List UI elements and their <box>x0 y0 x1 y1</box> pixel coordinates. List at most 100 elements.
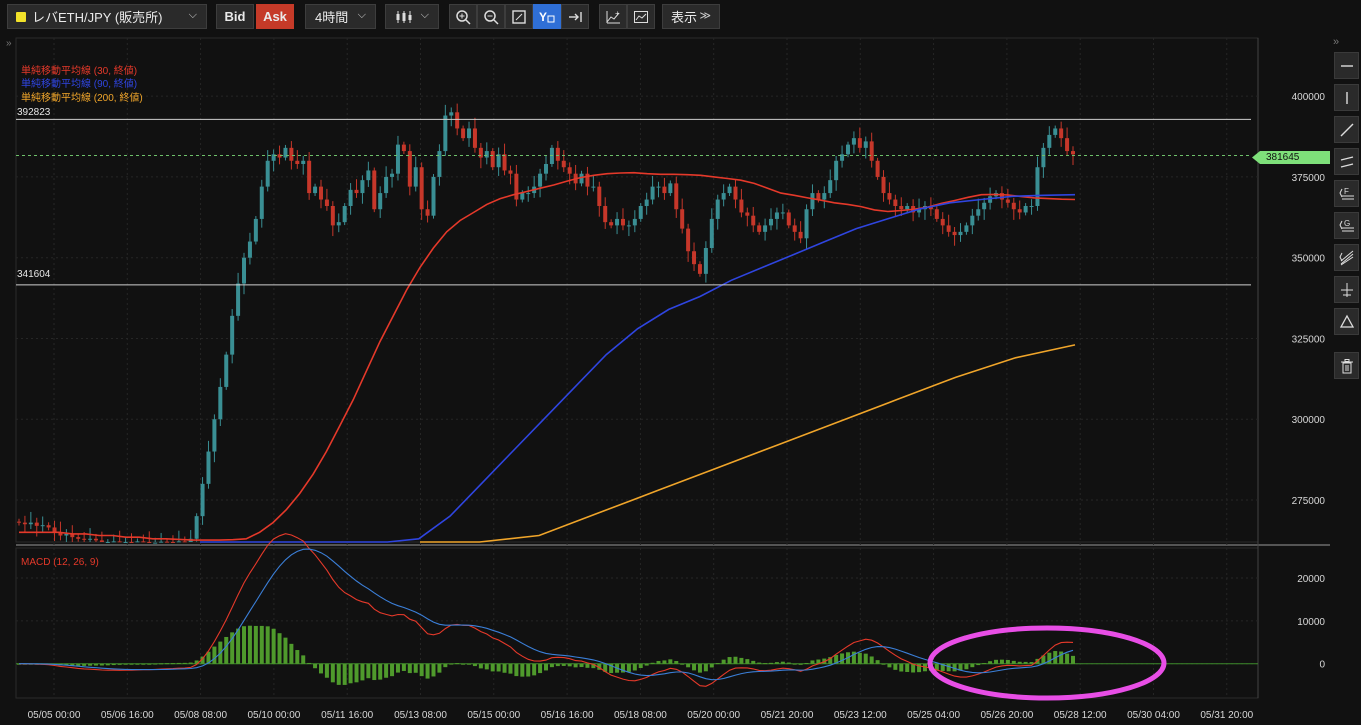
vertical-line-tool[interactable] <box>1334 84 1359 111</box>
candle-body <box>958 231 963 236</box>
candle-body <box>561 160 566 168</box>
x-tick-label: 05/25 04:00 <box>907 710 960 721</box>
candle-body <box>88 538 93 540</box>
macd-histogram-bar <box>384 663 389 678</box>
candle-body <box>597 186 602 206</box>
candle-body <box>650 186 655 200</box>
horizontal-line-tool[interactable] <box>1334 52 1359 79</box>
macd-histogram-bar <box>508 663 513 674</box>
macd-histogram-bar <box>277 633 282 664</box>
macd-histogram-bar <box>769 662 774 664</box>
sma200-line <box>420 344 1076 543</box>
candle-body <box>982 202 987 210</box>
candle-body <box>354 189 359 194</box>
candle-body <box>390 173 395 177</box>
candle-body <box>757 225 762 232</box>
delete-drawings-button[interactable] <box>1334 352 1359 379</box>
x-tick-label: 05/31 20:00 <box>1200 710 1253 721</box>
macd-histogram-bar <box>745 659 750 664</box>
macd-histogram-bar <box>478 663 483 669</box>
candle-body <box>236 283 241 316</box>
macd-histogram-bar <box>147 663 152 665</box>
macd-panel <box>16 533 1258 701</box>
fibonacci-tool[interactable]: F <box>1334 180 1359 207</box>
macd-histogram-bar <box>324 663 329 678</box>
candle-body <box>857 138 862 148</box>
macd-histogram-bar <box>644 663 649 666</box>
measure-tool[interactable] <box>1334 276 1359 303</box>
macd-histogram-bar <box>869 656 874 664</box>
macd-histogram-bar <box>1017 661 1022 664</box>
y-tick-label: 20000 <box>1297 574 1325 585</box>
triangle-tool[interactable] <box>1334 308 1359 335</box>
candle-body <box>147 542 152 543</box>
candle-body <box>1005 199 1010 203</box>
candle-body <box>538 173 543 187</box>
candle-body <box>526 193 531 195</box>
pitchfork-tool[interactable] <box>1334 244 1359 271</box>
macd-histogram-bar <box>626 663 631 672</box>
x-tick-label: 05/05 00:00 <box>28 710 81 721</box>
candle-body <box>804 209 809 239</box>
macd-histogram-bar <box>804 662 809 664</box>
candle-body <box>99 540 104 542</box>
candle-body <box>313 186 318 194</box>
macd-histogram-bar <box>549 663 554 668</box>
trend-line-tool[interactable] <box>1334 116 1359 143</box>
macd-histogram-bar <box>887 663 892 668</box>
macd-histogram-bar <box>703 663 708 672</box>
x-tick-label: 05/15 00:00 <box>467 710 520 721</box>
x-tick-label: 05/21 20:00 <box>761 710 814 721</box>
x-tick-label: 05/10 00:00 <box>247 710 300 721</box>
candle-body <box>17 521 21 523</box>
macd-histogram-bar <box>739 657 744 664</box>
candle-body <box>46 525 51 528</box>
macd-histogram-bar <box>437 663 442 673</box>
macd-histogram-bar <box>372 663 377 681</box>
candle-body <box>141 541 146 543</box>
chart-canvas[interactable]: 400000 375000 350000 325000 300000 275000 05/0… <box>0 0 1361 725</box>
macd-histogram-bar <box>330 663 335 683</box>
legend-sma200: 単純移動平均線 (200, 終値) <box>21 93 143 104</box>
candle-body <box>461 128 466 139</box>
candle-body <box>307 160 312 194</box>
macd-histogram-bar <box>544 663 548 671</box>
gann-tool[interactable]: G <box>1334 212 1359 239</box>
macd-histogram-bar <box>159 663 164 665</box>
candle-body <box>502 154 507 171</box>
legend-sma90: 単純移動平均線 (90, 終値) <box>21 79 138 90</box>
macd-histogram-bar <box>999 659 1004 664</box>
candle-body <box>170 542 175 543</box>
candle-body <box>620 218 625 226</box>
macd-histogram-bar <box>153 663 158 665</box>
candle-body <box>259 186 264 219</box>
macd-histogram-bar <box>289 643 294 664</box>
macd-histogram-bar <box>982 663 987 665</box>
macd-histogram-bar <box>242 626 247 664</box>
macd-histogram-bar <box>236 628 241 664</box>
macd-histogram-bar <box>283 637 288 664</box>
candle-body <box>76 537 81 539</box>
macd-histogram-bar <box>964 663 969 670</box>
macd-histogram-bar <box>692 663 697 671</box>
candle-body <box>93 538 98 541</box>
macd-histogram-bar <box>502 663 507 673</box>
x-tick-label: 05/23 12:00 <box>834 710 887 721</box>
x-tick-label: 05/13 08:00 <box>394 710 447 721</box>
y-tick-label: 300000 <box>1292 415 1326 426</box>
candle-body <box>899 206 904 210</box>
candle-body <box>200 483 205 517</box>
candle-body <box>692 251 697 265</box>
candle-body <box>970 215 975 226</box>
candle-body <box>1035 167 1040 206</box>
candle-body <box>1053 128 1058 135</box>
candle-body <box>591 186 596 188</box>
candle-body <box>703 248 708 274</box>
parallel-line-tool[interactable] <box>1334 148 1359 175</box>
candle-body <box>626 225 631 227</box>
candle-body <box>22 522 27 525</box>
macd-histogram-bar <box>141 663 146 665</box>
candle-body <box>182 541 187 543</box>
y-tick-label: 275000 <box>1292 496 1326 507</box>
y-tick-label: 400000 <box>1292 92 1326 103</box>
